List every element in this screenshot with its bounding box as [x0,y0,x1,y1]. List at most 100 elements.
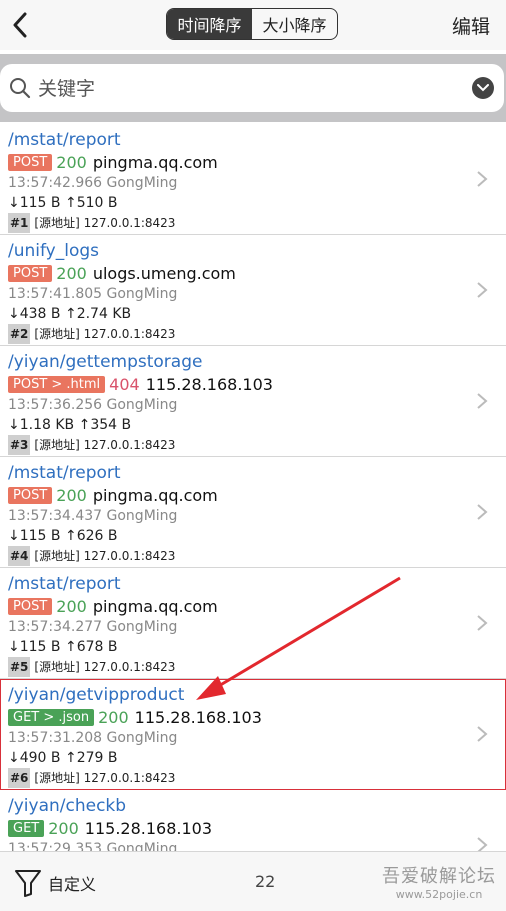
status-code: 200 [56,596,87,616]
method-badge: POST [8,153,53,171]
host: ulogs.umeng.com [92,263,236,283]
method-badge: GET [8,819,45,837]
site-watermark: 吾爱破解论坛 www.52pojie.cn [382,862,496,901]
host: 115.28.168.103 [145,374,273,394]
host: 115.28.168.103 [84,818,213,838]
method-badge: POST [8,486,53,504]
user: GongMing [106,730,178,746]
user: GongMing [106,397,178,413]
chevron-right-icon [477,837,488,851]
user: GongMing [106,286,178,302]
chevron-right-icon [477,393,488,409]
search-bar [0,54,506,122]
timestamp: 13:57:29.353 [8,841,103,851]
download-size: ↓438 B [8,306,61,322]
upload-size: ↑354 B [78,417,132,433]
back-button[interactable] [0,0,40,50]
source-address: [源地址] 127.0.0.1:8423 [34,438,176,452]
chevron-right-icon [477,171,488,187]
source-address: [源地址] 127.0.0.1:8423 [34,549,176,563]
request-path: /mstat/report [8,574,121,594]
request-path: /mstat/report [8,463,121,483]
request-index: #4 [8,546,31,566]
upload-size: ↑510 B [64,195,118,211]
source-address: [源地址] 127.0.0.1:8423 [34,660,176,674]
download-size: ↓1.18 KB [8,417,75,433]
method-badge: POST > .html [8,375,106,393]
funnel-icon [15,870,41,897]
request-index: #1 [8,213,31,233]
request-row[interactable]: /mstat/report POST 200 pingma.qq.com 13:… [0,124,506,235]
custom-filter-label: 自定义 [48,875,97,894]
status-code: 200 [56,152,87,172]
timestamp: 13:57:31.208 [8,730,103,746]
method-badge: POST [8,597,53,615]
status-code: 200 [48,818,79,838]
chevron-right-icon [477,282,488,298]
host: pingma.qq.com [92,485,218,505]
upload-size: ↑678 B [64,639,118,655]
request-index: #2 [8,324,31,344]
tab-time-desc[interactable]: 时间降序 [167,9,252,39]
user: GongMing [106,175,178,191]
request-row[interactable]: /yiyan/checkb GET 200 115.28.168.103 13:… [0,790,506,851]
status-code: 200 [98,707,129,727]
timestamp: 13:57:36.256 [8,397,103,413]
download-size: ↓115 B [8,528,61,544]
timestamp: 13:57:34.437 [8,508,103,524]
request-path: /yiyan/getvipproduct [8,685,185,705]
request-index: #3 [8,435,31,455]
watermark-line2: www.52pojie.cn [395,888,483,901]
request-path: /yiyan/gettempstorage [8,352,203,372]
host: pingma.qq.com [92,596,218,616]
user: GongMing [106,619,178,635]
request-path: /unify_logs [8,241,100,261]
request-row[interactable]: /mstat/report POST 200 pingma.qq.com 13:… [0,457,506,568]
custom-filter-button[interactable]: 自定义 [14,868,96,898]
status-code: 404 [109,374,140,394]
timestamp: 13:57:34.277 [8,619,103,635]
source-address: [源地址] 127.0.0.1:8423 [34,327,176,341]
timestamp: 13:57:42.966 [8,175,103,191]
request-path: /yiyan/checkb [8,796,127,816]
method-badge: GET > .json [8,708,95,726]
search-input[interactable] [36,64,460,114]
nav-bar: 时间降序 大小降序 编辑 [0,0,506,50]
request-count: 22 [255,872,276,891]
upload-size: ↑279 B [64,750,118,766]
bottom-toolbar: 自定义 22 吾爱破解论坛 www.52pojie.cn [0,851,506,911]
source-address: [源地址] 127.0.0.1:8423 [34,771,176,785]
request-index: #6 [8,768,31,788]
host: 115.28.168.103 [134,707,262,727]
method-badge: POST [8,264,53,282]
request-index: #5 [8,657,31,677]
request-row[interactable]: /yiyan/gettempstorage POST > .html 404 1… [0,346,506,457]
chevron-right-icon [477,504,488,520]
download-size: ↓115 B [8,639,61,655]
host: pingma.qq.com [92,152,218,172]
edit-button[interactable]: 编辑 [452,0,490,50]
search-box [0,64,504,114]
chevron-down-circle-icon[interactable] [472,77,494,99]
download-size: ↓490 B [8,750,61,766]
status-code: 200 [56,485,87,505]
request-list: /mstat/report POST 200 pingma.qq.com 13:… [0,124,506,851]
upload-size: ↑626 B [64,528,118,544]
search-icon [10,78,31,99]
sort-segmented-control: 时间降序 大小降序 [166,8,338,40]
watermark-line1: 吾爱破解论坛 [382,866,496,887]
request-path: /mstat/report [8,130,121,150]
upload-size: ↑2.74 KB [64,306,132,322]
source-address: [源地址] 127.0.0.1:8423 [34,216,176,230]
timestamp: 13:57:41.805 [8,286,103,302]
status-code: 200 [56,263,87,283]
chevron-right-icon [477,726,488,742]
chevron-right-icon [477,615,488,631]
request-row[interactable]: /mstat/report POST 200 pingma.qq.com 13:… [0,568,506,679]
request-row[interactable]: /unify_logs POST 200 ulogs.umeng.com 13:… [0,235,506,346]
user: GongMing [106,508,178,524]
request-row-highlighted[interactable]: /yiyan/getvipproduct GET > .json 200 115… [0,679,506,790]
tab-size-desc[interactable]: 大小降序 [252,9,337,39]
user: GongMing [106,841,178,851]
download-size: ↓115 B [8,195,61,211]
